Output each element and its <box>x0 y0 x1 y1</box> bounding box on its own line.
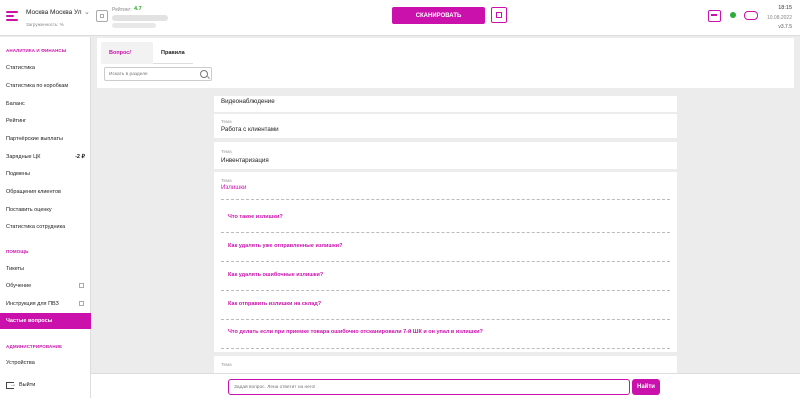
wallet-icon[interactable] <box>708 10 721 22</box>
section-search[interactable] <box>104 67 212 81</box>
topic-title: Инвентаризация <box>221 157 269 164</box>
sidebar-item-partner-payments[interactable]: Партнёрские выплаты <box>0 131 91 147</box>
sidebar-item-label: Обучение <box>6 283 32 289</box>
workload-label: Загруженность: % <box>26 22 64 27</box>
sidebar-item-instructions[interactable]: Инструкция для ПВЗ <box>0 296 91 312</box>
blurred-info <box>112 23 156 28</box>
rating-value: 4.7 <box>134 6 142 12</box>
faq-question[interactable]: Как удалять ошибочные излишки? <box>228 272 323 278</box>
clock-time: 18:15 <box>778 5 792 11</box>
faq-question[interactable]: Как отправить излишки на склад? <box>228 301 321 307</box>
sidebar-item-rate[interactable]: Поставить оценку <box>0 202 91 218</box>
sidebar-item-substitutions[interactable]: Подмены <box>0 166 91 182</box>
topic-label: Тема <box>221 178 232 183</box>
sidebar-item-faq[interactable]: Частые вопросы <box>0 313 91 329</box>
topic-title: Излишки <box>221 184 247 191</box>
topic-label: Тема <box>221 119 232 124</box>
topic-title: Видеонаблюдение <box>221 98 275 105</box>
sidebar: АНАЛИТИКА И ФИНАНСЫ Статистика Статистик… <box>0 37 91 398</box>
sidebar-item-employee-stats[interactable]: Статистика сотрудника <box>0 219 91 235</box>
logout-arrow-icon[interactable]: → <box>10 382 16 389</box>
sidebar-item-box-statistics[interactable]: Статистика по коробкам <box>0 78 91 94</box>
online-status-dot <box>730 12 736 18</box>
topic-title: Работа с клиентами <box>221 126 279 133</box>
topic-card[interactable]: Видеонаблюдение <box>214 96 677 112</box>
logout-button[interactable]: Выйти <box>19 382 35 388</box>
section-analytics: АНАЛИТИКА И ФИНАНСЫ <box>6 48 67 53</box>
faq-question[interactable]: Как удалять уже отправленные излишки? <box>228 243 342 249</box>
ask-bar: Найти <box>91 373 800 398</box>
sidebar-item-client-requests[interactable]: Обращения клиентов <box>0 184 91 200</box>
sidebar-item-statistics[interactable]: Статистика <box>0 60 91 76</box>
qr-scan-icon[interactable] <box>491 7 507 23</box>
tab-rules[interactable]: Правила <box>153 42 193 64</box>
topic-card[interactable]: Тема Работа с клиентами <box>214 114 677 138</box>
topic-card-expanded[interactable]: Тема Излишки Что такое излишки? Как удал… <box>214 172 677 352</box>
ask-question-input[interactable] <box>228 379 630 395</box>
find-button[interactable]: Найти <box>632 379 660 395</box>
external-link-icon <box>79 283 84 288</box>
scan-icon[interactable] <box>96 10 108 22</box>
rating-label: Рейтинг: <box>112 7 132 13</box>
chevron-down-icon[interactable]: ⌄ <box>84 8 90 16</box>
sidebar-item-balance[interactable]: Баланс <box>0 96 91 112</box>
sidebar-item-rating[interactable]: Рейтинг <box>0 113 91 129</box>
divider <box>221 290 670 291</box>
search-input[interactable] <box>105 68 197 80</box>
divider <box>221 348 670 349</box>
sidebar-item-charging[interactable]: Зарядные ЦК -2 ₽ <box>0 149 91 165</box>
balance-badge: -2 ₽ <box>75 154 85 160</box>
menu-logo-icon[interactable] <box>6 8 22 24</box>
section-help: ПОМОЩЬ <box>6 249 29 254</box>
search-icon[interactable] <box>200 70 208 78</box>
divider <box>221 319 670 320</box>
clock-date: 10.08.2022 <box>766 15 792 21</box>
topic-label: Тема <box>221 149 232 154</box>
section-admin: АДМИНИСТРИРОВАНИЕ <box>6 344 63 349</box>
blurred-info <box>112 15 168 21</box>
scan-button[interactable]: СКАНИРОВАТЬ <box>392 7 485 24</box>
divider <box>221 261 670 262</box>
topic-card[interactable]: Тема Инвентаризация <box>214 142 677 169</box>
external-link-icon <box>79 301 84 306</box>
sidebar-item-label: Зарядные ЦК <box>6 154 41 160</box>
sidebar-item-label: Инструкция для ПВЗ <box>6 301 59 307</box>
chat-icon[interactable] <box>744 11 758 20</box>
app-version: v3.7.5 <box>778 24 792 30</box>
location-select[interactable]: Москва Москва Ул <box>26 9 81 16</box>
sidebar-item-devices[interactable]: Устройства <box>0 355 91 371</box>
topic-label: Тема <box>221 362 232 367</box>
tab-qa[interactable]: Вопрос/Ответ <box>101 42 153 78</box>
faq-question[interactable]: Что делать если при приемке товара ошибо… <box>228 329 483 335</box>
faq-tabs-panel: Вопрос/Ответ Правила <box>97 38 794 88</box>
top-bar: Москва Москва Ул ⌄ Загруженность: % Рейт… <box>0 0 800 36</box>
sidebar-item-learning[interactable]: Обучение <box>0 278 91 294</box>
divider <box>221 232 670 233</box>
faq-question[interactable]: Что такое излишки? <box>228 214 283 220</box>
sidebar-item-tickets[interactable]: Тикеты <box>0 261 91 277</box>
divider <box>221 199 670 200</box>
